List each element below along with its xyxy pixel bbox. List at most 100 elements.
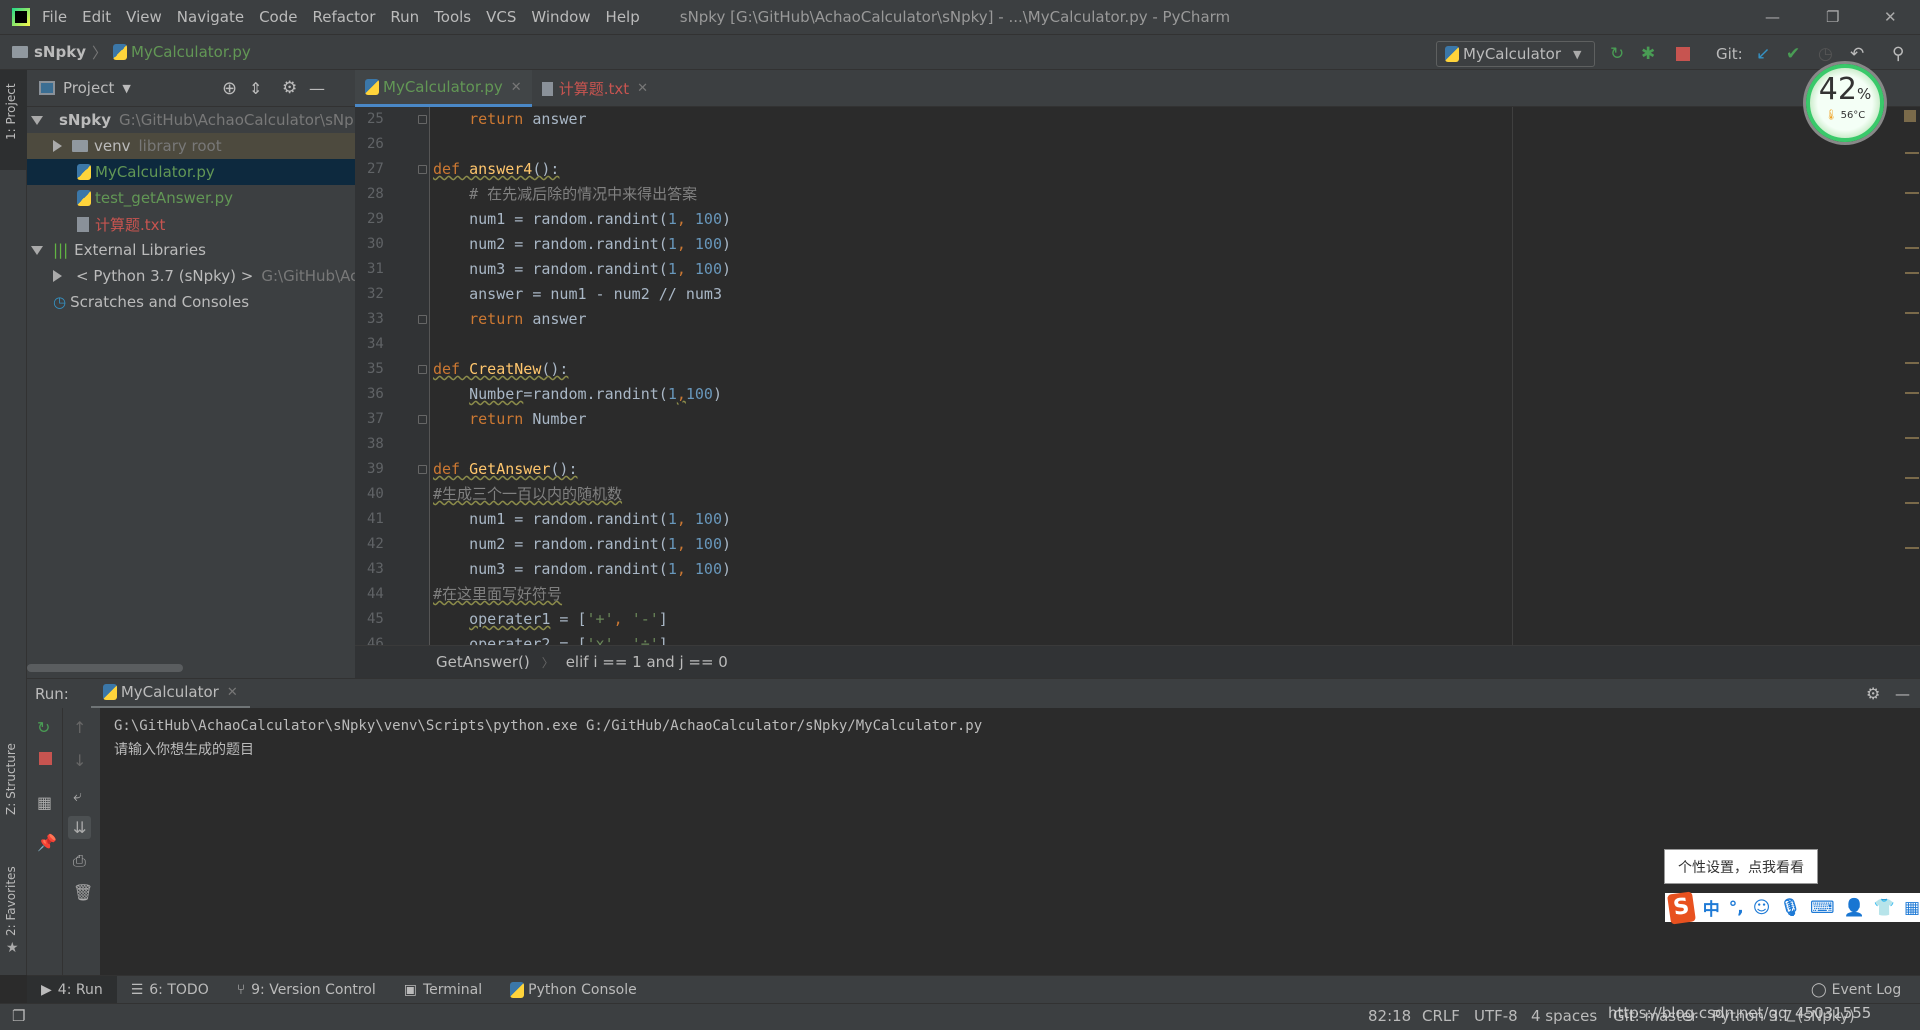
tree-item-python-sdk[interactable]: < Python 3.7 (sNpky) > G:\GitHub\AchaoCal… (27, 263, 355, 289)
file-encoding[interactable]: UTF-8 (1474, 1007, 1518, 1025)
hide-icon[interactable]: — (1895, 685, 1910, 703)
breadcrumb-function[interactable]: GetAnswer() (436, 653, 530, 671)
layout-icon[interactable]: ▦ (37, 793, 52, 812)
warning-marker[interactable] (1905, 392, 1919, 394)
warning-marker[interactable] (1905, 362, 1919, 364)
search-icon[interactable]: ⚲ (1892, 44, 1904, 64)
run-console[interactable]: G:\GitHub\AchaoCalculator\sNpky\venv\Scr… (100, 708, 1920, 975)
tool-tab-run[interactable]: ▶ 4: Run (27, 975, 117, 1004)
keyboard-icon[interactable]: ⌨ (1810, 898, 1835, 918)
run-configuration-select[interactable]: MyCalculator ▼ (1436, 41, 1595, 67)
expand-arrow-icon[interactable] (53, 270, 62, 282)
git-commit-icon[interactable]: ✔ (1786, 44, 1800, 64)
skin-shirt-icon[interactable]: 👕 (1874, 898, 1895, 918)
gear-icon[interactable]: ⚙ (1866, 684, 1880, 703)
ime-mode[interactable]: 中 (1703, 895, 1720, 920)
warning-marker[interactable] (1905, 272, 1919, 274)
emoji-icon[interactable]: ☺ (1753, 898, 1771, 918)
print-icon[interactable]: ⎙ (73, 851, 86, 871)
git-history-icon[interactable]: ◷ (1818, 44, 1833, 64)
menu-help[interactable]: Help (606, 8, 640, 26)
hide-icon[interactable]: — (309, 79, 325, 98)
close-tab-icon[interactable]: ✕ (637, 81, 648, 96)
gear-icon[interactable]: ⚙ (282, 78, 297, 98)
tool-tab-todo[interactable]: ☰ 6: TODO (117, 976, 223, 1004)
indent-setting[interactable]: 4 spaces (1531, 1007, 1597, 1025)
expand-arrow-icon[interactable] (31, 245, 43, 255)
tree-item-txt[interactable]: 计算题.txt (27, 211, 355, 237)
tool-tab-favorites[interactable]: 2: Favorites (4, 866, 18, 936)
minimize-icon[interactable]: — (1765, 8, 1780, 26)
warning-marker[interactable] (1905, 477, 1919, 479)
toggle-tool-windows-icon[interactable]: ❐ (12, 1007, 25, 1025)
close-tab-icon[interactable]: ✕ (227, 685, 238, 700)
project-horizontal-scrollbar[interactable] (27, 664, 183, 672)
chevron-down-icon[interactable]: ▼ (122, 82, 130, 95)
warning-marker[interactable] (1905, 152, 1919, 154)
ime-punctuation[interactable]: °, (1729, 898, 1744, 918)
tool-tab-structure[interactable]: Z: Structure (4, 743, 18, 815)
git-update-icon[interactable]: ↙ (1756, 44, 1770, 64)
project-view-select[interactable]: Project (63, 79, 114, 97)
rerun-icon[interactable]: ↻ (37, 718, 50, 737)
tool-tab-version-control[interactable]: ⑂ 9: Version Control (223, 976, 390, 1004)
close-tab-icon[interactable]: ✕ (511, 80, 522, 95)
close-window-icon[interactable]: ✕ (1884, 8, 1897, 26)
menu-run[interactable]: Run (390, 8, 419, 26)
menu-vcs[interactable]: VCS (486, 8, 516, 26)
git-revert-icon[interactable]: ↶ (1850, 44, 1864, 64)
fold-marker-icon[interactable] (418, 465, 427, 474)
arrow-up-icon[interactable]: ↑ (73, 718, 86, 737)
tree-item-scratches[interactable]: ◷ Scratches and Consoles (27, 289, 355, 315)
sogou-logo-icon[interactable]: S (1667, 890, 1696, 925)
scroll-to-end-icon[interactable]: ⇊ (68, 816, 92, 839)
nav-file[interactable]: MyCalculator.py (131, 43, 251, 61)
tab-txt[interactable]: 计算题.txt ✕ (532, 70, 658, 107)
warning-marker[interactable] (1905, 502, 1919, 504)
stop-icon[interactable] (1676, 47, 1690, 61)
warning-marker[interactable] (1905, 547, 1919, 549)
run-tab-mycalculator[interactable]: MyCalculator ✕ (90, 679, 250, 709)
microphone-icon[interactable]: 🎙 (1779, 898, 1801, 918)
tree-item-mycalculator[interactable]: MyCalculator.py (27, 159, 355, 185)
pin-icon[interactable]: 📌 (37, 833, 57, 852)
collapse-all-icon[interactable]: ⇕ (249, 79, 262, 98)
menu-edit[interactable]: Edit (82, 8, 111, 26)
warning-marker[interactable] (1905, 247, 1919, 249)
menu-view[interactable]: View (126, 8, 162, 26)
trash-icon[interactable]: 🗑 (73, 883, 93, 902)
nav-project[interactable]: sNpky (34, 43, 86, 61)
fold-marker-icon[interactable] (418, 115, 427, 124)
user-icon[interactable]: 👤 (1844, 898, 1865, 918)
tool-tab-terminal[interactable]: ▣ Terminal (390, 976, 496, 1004)
tree-item-external-libraries[interactable]: ||| External Libraries (27, 237, 355, 263)
expand-arrow-icon[interactable] (31, 115, 43, 125)
fold-marker-icon[interactable] (418, 165, 427, 174)
tree-item-venv[interactable]: venv library root (27, 133, 355, 159)
menu-code[interactable]: Code (259, 8, 297, 26)
menu-navigate[interactable]: Navigate (177, 8, 244, 26)
fold-marker-icon[interactable] (418, 365, 427, 374)
menu-window[interactable]: Window (531, 8, 590, 26)
tool-tab-project[interactable]: 1: Project (4, 83, 18, 140)
tool-tab-python-console[interactable]: Python Console (496, 976, 651, 1004)
tree-item-snpky[interactable]: sNpky G:\GitHub\AchaoCalculator\sNpky (27, 107, 355, 133)
fold-marker-icon[interactable] (418, 415, 427, 424)
expand-arrow-icon[interactable] (53, 140, 62, 152)
error-stripe[interactable] (1900, 107, 1920, 645)
stop-icon[interactable] (39, 752, 52, 765)
breadcrumb-statement[interactable]: elif i == 1 and j == 0 (566, 653, 728, 671)
arrow-down-icon[interactable]: ↓ (73, 751, 86, 770)
fold-marker-icon[interactable] (418, 315, 427, 324)
memory-widget[interactable]: 42% 🌡 56°C (1806, 64, 1884, 142)
menu-refactor[interactable]: Refactor (312, 8, 375, 26)
debug-bug-icon[interactable]: ✱ (1641, 44, 1655, 64)
toolbox-icon[interactable]: ▦ (1904, 898, 1920, 918)
line-separator[interactable]: CRLF (1422, 1007, 1460, 1025)
locate-icon[interactable]: ⊕ (222, 78, 237, 99)
soft-wrap-icon[interactable]: ⤶ (73, 786, 82, 806)
warning-marker[interactable] (1905, 192, 1919, 194)
tab-mycalculator[interactable]: MyCalculator.py ✕ (355, 70, 532, 107)
code-editor[interactable]: return answer def answer4(): # 在先减后除的情况中来… (431, 107, 1900, 645)
tree-item-test-getanswer[interactable]: test_getAnswer.py (27, 185, 355, 211)
